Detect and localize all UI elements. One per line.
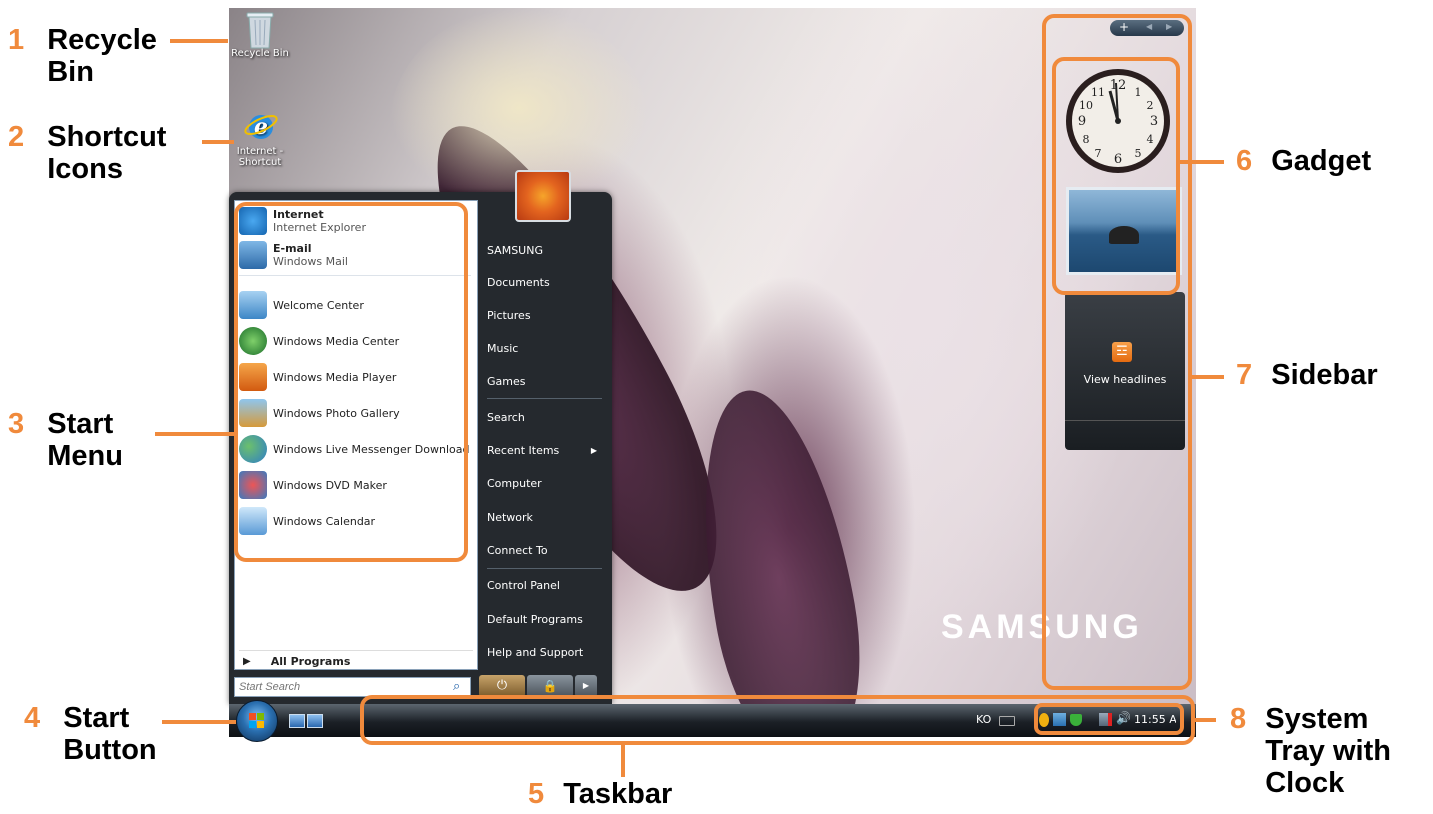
callout-line — [1190, 375, 1224, 379]
internet-explorer-icon: e — [243, 108, 278, 144]
all-programs-button[interactable]: ▶ All Programs — [239, 650, 473, 671]
windows-logo-icon — [249, 713, 264, 728]
annotation-number: 5 — [528, 778, 545, 810]
annotation-gadget: 6 Gadget — [1236, 145, 1371, 178]
annotation-start-menu: 3 Start Menu — [8, 408, 147, 472]
switch-windows-icon[interactable] — [307, 714, 323, 728]
menu-item-recent-items[interactable]: Recent Items ▶ — [487, 444, 597, 457]
wallpaper-petal — [677, 378, 881, 737]
shutdown-options-button[interactable]: ▶ — [575, 675, 597, 697]
annotation-number: 7 — [1236, 359, 1253, 391]
lock-button[interactable]: 🔒 — [527, 675, 573, 697]
internet-shortcut-label-1: Internet - — [236, 146, 284, 157]
annotation-system-tray: 8 System Tray with Clock — [1230, 703, 1425, 799]
trash-can-icon — [243, 10, 277, 49]
start-search-input[interactable] — [234, 677, 471, 697]
annotation-label: Sidebar — [1271, 359, 1378, 391]
gadget-highlight — [1052, 57, 1180, 295]
callout-line — [621, 745, 625, 777]
menu-item-search[interactable]: Search — [487, 411, 525, 424]
annotation-label: Recycle Bin — [47, 24, 157, 88]
annotation-label: Gadget — [1271, 145, 1372, 177]
annotation-label: Start Button — [63, 702, 157, 766]
menu-item-computer[interactable]: Computer — [487, 477, 542, 490]
annotation-shortcut-icons: 2 Shortcut Icons — [8, 121, 197, 185]
menu-item-music[interactable]: Music — [487, 342, 518, 355]
callout-line — [170, 39, 228, 43]
menu-separator — [487, 568, 602, 569]
arrow-right-icon: ▶ — [582, 681, 590, 690]
arrow-right-icon: ▶ — [590, 446, 597, 455]
annotation-number: 3 — [8, 408, 25, 440]
annotation-number: 4 — [24, 702, 41, 734]
menu-item-games[interactable]: Games — [487, 375, 525, 388]
power-button[interactable]: ⏻ — [479, 675, 525, 697]
annotation-start-button: 4 Start Button — [24, 702, 178, 766]
annotation-label: System Tray with Clock — [1265, 703, 1391, 799]
annotation-sidebar: 7 Sidebar — [1236, 359, 1378, 392]
menu-item-documents[interactable]: Documents — [487, 276, 550, 289]
annotation-number: 1 — [8, 24, 25, 56]
menu-item-default-programs[interactable]: Default Programs — [487, 613, 583, 626]
start-menu-highlight — [234, 202, 468, 562]
internet-shortcut-label-2: Shortcut — [238, 157, 282, 168]
system-tray-highlight — [1034, 703, 1184, 735]
menu-item-help-support[interactable]: Help and Support — [487, 646, 583, 659]
power-icon: ⏻ — [496, 678, 508, 693]
menu-separator — [487, 398, 602, 399]
annotation-number: 2 — [8, 121, 25, 153]
menu-item-control-panel[interactable]: Control Panel — [487, 579, 560, 592]
menu-item-user[interactable]: SAMSUNG — [487, 244, 543, 257]
callout-line — [1194, 718, 1216, 722]
annotation-number: 6 — [1236, 145, 1253, 177]
annotation-label: Shortcut Icons — [47, 121, 167, 185]
start-menu-places-pane: SAMSUNG Documents Pictures Music Games S… — [479, 170, 612, 704]
all-programs-label: All Programs — [270, 654, 351, 668]
annotation-taskbar: 5 Taskbar — [528, 778, 672, 811]
recycle-bin-label: Recycle Bin — [231, 48, 289, 59]
user-picture[interactable] — [515, 170, 571, 222]
search-icon[interactable]: ⌕ — [453, 679, 460, 694]
callout-line — [1178, 160, 1224, 164]
annotation-label: Start Menu — [47, 408, 123, 472]
recent-items-label: Recent Items — [487, 444, 560, 457]
annotation-number: 8 — [1230, 703, 1247, 735]
recycle-bin-icon[interactable]: Recycle Bin — [228, 10, 292, 59]
callout-line — [202, 140, 234, 144]
lock-icon: 🔒 — [542, 679, 558, 693]
callout-line — [155, 432, 237, 436]
internet-shortcut-icon[interactable]: e Internet - Shortcut — [228, 108, 292, 168]
menu-item-connect-to[interactable]: Connect To — [487, 544, 548, 557]
arrow-right-icon: ▶ — [243, 655, 251, 667]
start-button[interactable] — [236, 700, 278, 742]
annotation-recycle-bin: 1 Recycle Bin — [8, 24, 177, 88]
annotation-label: Taskbar — [563, 778, 673, 810]
menu-item-network[interactable]: Network — [487, 511, 533, 524]
menu-item-pictures[interactable]: Pictures — [487, 309, 531, 322]
show-desktop-icon[interactable] — [289, 714, 305, 728]
